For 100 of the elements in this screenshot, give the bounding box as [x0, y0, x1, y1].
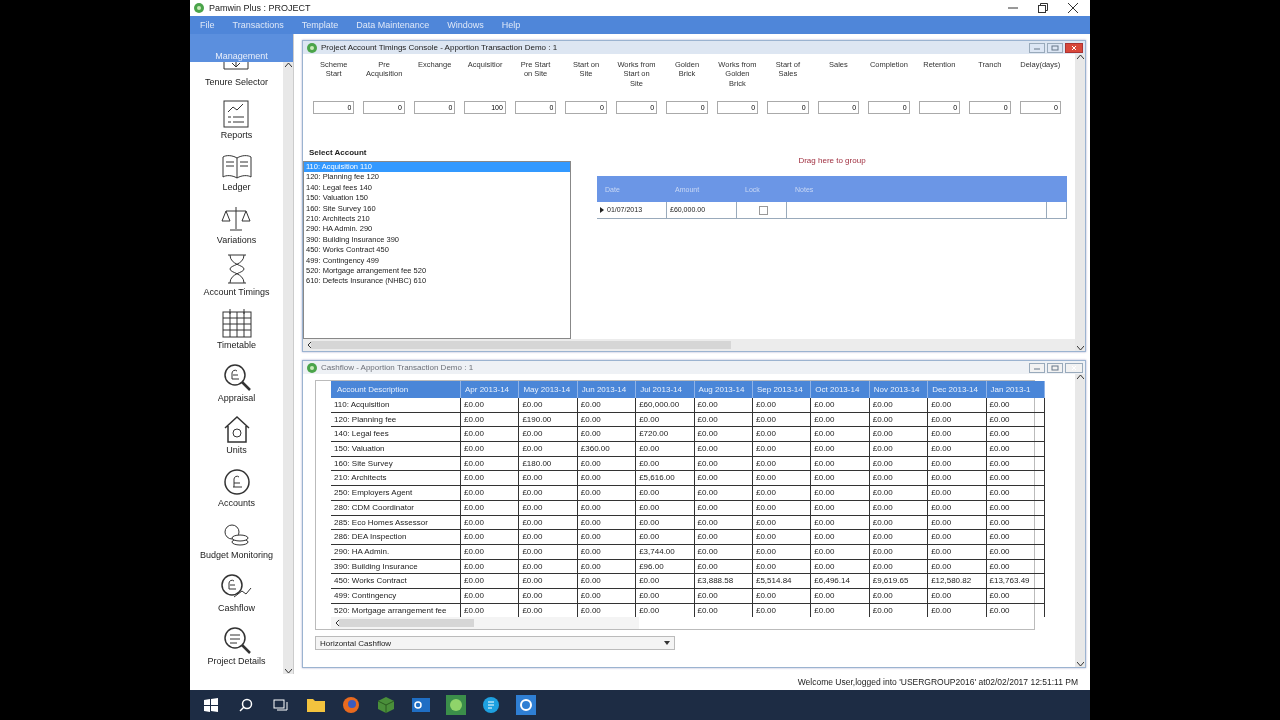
report-icon[interactable]: [223, 99, 250, 128]
sidebar-item[interactable]: Appraisal: [217, 392, 256, 403]
amount-cell: £0.00: [869, 544, 929, 560]
pound-icon[interactable]: [222, 467, 251, 496]
amount-cell: £0.00: [519, 515, 578, 531]
sidebar-item[interactable]: Tenure Selector: [204, 77, 268, 87]
vertical-scrollbar[interactable]: [1075, 54, 1085, 351]
account-cell: 140: Legal fees: [331, 427, 461, 443]
amount-cell: £0.00: [869, 427, 929, 443]
amount-cell: £9,619.65: [869, 574, 929, 589]
lock-checkbox[interactable]: [758, 205, 768, 215]
amount-cell: £0.00: [694, 456, 753, 472]
scroll-down-icon[interactable]: [1076, 346, 1084, 351]
scroll-up-icon[interactable]: [284, 62, 292, 67]
amount-cell: £0.00: [869, 471, 929, 487]
amount-cell: £0.00: [869, 515, 929, 531]
amount-cell: £0.00: [752, 544, 812, 560]
scroll-up-icon[interactable]: [1076, 374, 1084, 379]
magnifier-icon[interactable]: [222, 362, 251, 391]
amount-cell: £0.00: [928, 603, 987, 618]
vertical-scrollbar[interactable]: [1075, 374, 1085, 667]
magnifier-icon[interactable]: [222, 625, 251, 654]
amount-cell: £0.00: [752, 530, 812, 545]
amount-cell: £0.00: [928, 530, 987, 545]
sidebar-item[interactable]: Project Details: [207, 655, 266, 666]
account-cell: 150: Valuation: [331, 442, 461, 457]
amount-cell: £0.00: [986, 486, 1045, 501]
sidebar-item[interactable]: Accounts: [218, 497, 255, 508]
account-cell: 450: Works Contract: [331, 574, 461, 589]
coins-icon[interactable]: [222, 522, 251, 549]
amount-cell: £0.00: [519, 544, 578, 560]
column-header[interactable]: Account Description: [331, 381, 461, 398]
horizontal-scrollbar[interactable]: [331, 617, 639, 629]
calendar-icon[interactable]: [221, 307, 252, 338]
hourglass-icon[interactable]: [225, 253, 248, 286]
amount-cell: £0.00: [694, 559, 753, 575]
amount-cell: £0.00: [811, 515, 870, 531]
amount-cell: £0.00: [577, 427, 637, 443]
amount-cell: £0.00: [577, 500, 637, 516]
sidebar-scrollbar[interactable]: [283, 62, 293, 674]
sidebar-item[interactable]: Account Timings: [203, 287, 270, 298]
amount-cell: £0.00: [577, 486, 637, 501]
book-icon[interactable]: [221, 154, 252, 181]
account-cell: 110: Acquisition: [331, 398, 461, 413]
sidebar-item[interactable]: Budget Monitoring: [199, 550, 273, 561]
amount-cell: £0.00: [636, 442, 695, 457]
amount-cell: £0.00: [461, 530, 520, 545]
account-cell: 120: Planning fee: [331, 412, 461, 428]
amount-cell: £0.00: [519, 398, 578, 413]
view-dropdown[interactable]: Horizontal Cashflow: [315, 636, 675, 650]
amount-cell: £0.00: [928, 412, 987, 428]
amount-cell: £0.00: [811, 544, 870, 560]
app-logo-icon: [307, 42, 317, 53]
amount-cell: £0.00: [811, 398, 870, 413]
scroll-up-icon[interactable]: [1076, 54, 1084, 59]
amount-cell: £0.00: [986, 456, 1045, 472]
close-icon[interactable]: [1068, 3, 1078, 13]
amount-cell: £0.00: [986, 398, 1045, 413]
scroll-down-icon[interactable]: [284, 669, 292, 674]
restore-icon[interactable]: [1038, 3, 1048, 13]
column-header[interactable]: Sep 2013-14: [752, 381, 812, 398]
amount-cell: £0.00: [694, 603, 753, 618]
amount-cell: £5,616.00: [636, 471, 695, 487]
amount-cell: £0.00: [752, 456, 812, 472]
close-icon[interactable]: [1065, 42, 1083, 53]
amount-cell: £0.00: [811, 588, 870, 604]
amount-cell: £0.00: [752, 500, 812, 516]
sidebar-item[interactable]: Cashflow: [218, 602, 255, 613]
amount-cell: £0.00: [869, 456, 929, 472]
amount-cell: £0.00: [986, 588, 1045, 604]
house-icon[interactable]: [222, 415, 251, 444]
scroll-left-icon[interactable]: [307, 342, 311, 348]
sidebar-item[interactable]: Reports: [220, 129, 253, 140]
scales-icon[interactable]: [221, 204, 252, 233]
minimize-icon[interactable]: [1008, 4, 1018, 12]
sidebar-item[interactable]: Timetable: [216, 339, 257, 350]
amount-cell: £0.00: [986, 442, 1045, 457]
amount-cell: £0.00: [519, 500, 578, 516]
amount-cell: £0.00: [694, 588, 753, 604]
sidebar-item[interactable]: Ledger: [222, 182, 251, 193]
amount-cell: £0.00: [986, 530, 1045, 545]
amount-cell: £0.00: [694, 544, 753, 560]
app-icon[interactable]: [443, 692, 469, 718]
amount-cell: £0.00: [461, 500, 520, 516]
amount-cell: £0.00: [986, 544, 1045, 560]
amount-cell: £0.00: [811, 442, 870, 457]
column-header[interactable]: Jul 2013-14: [636, 381, 695, 398]
horizontal-scrollbar[interactable]: [303, 339, 1075, 351]
amount-cell: £0.00: [752, 398, 812, 413]
amount-cell: £0.00: [986, 500, 1045, 516]
sidebar-item[interactable]: Variations: [216, 234, 257, 245]
amount-cell: £0.00: [869, 500, 929, 516]
scroll-left-icon[interactable]: [335, 620, 339, 627]
amount-cell: £0.00: [519, 530, 578, 545]
amount-cell: £5,514.84: [752, 574, 812, 589]
amount-cell: £6,496.14: [811, 574, 870, 589]
scroll-down-icon[interactable]: [1076, 662, 1084, 667]
column-header[interactable]: Jun 2013-14: [577, 381, 637, 398]
sidebar-item[interactable]: Units: [226, 445, 247, 456]
caret-icon[interactable]: [664, 641, 670, 645]
